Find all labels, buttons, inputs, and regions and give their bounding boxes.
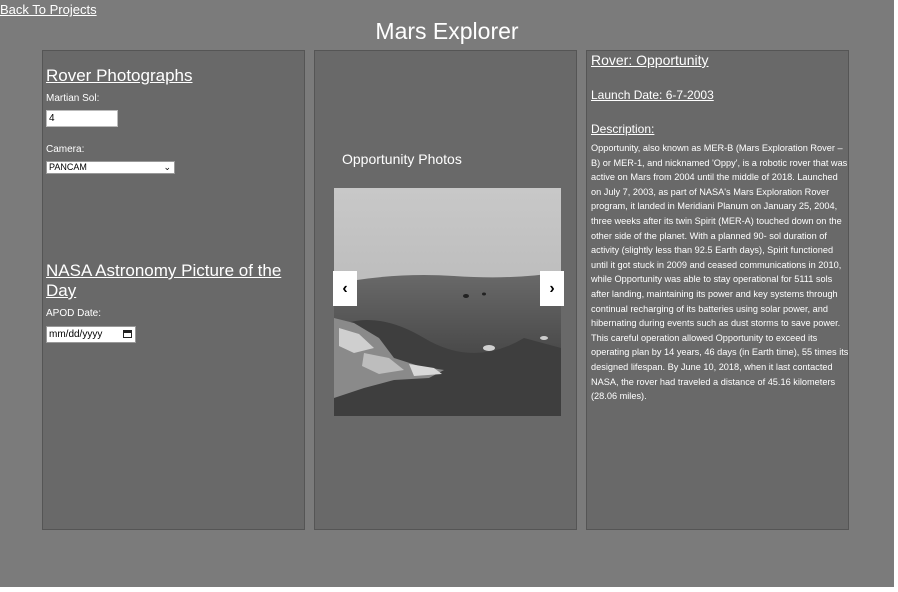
rover-photographs-heading: Rover Photographs [46, 66, 193, 85]
rover-name: Rover: Opportunity [591, 52, 709, 68]
rover-info-panel: Rover: Opportunity Launch Date: 6-7-2003… [586, 50, 849, 530]
calendar-icon[interactable] [123, 330, 132, 338]
apod-heading: NASA Astronomy Picture of the Day [46, 261, 282, 300]
camera-label: Camera: [46, 144, 85, 155]
apod-date-label: APOD Date: [46, 308, 102, 319]
camera-select[interactable]: PANCAM ⌄ [46, 161, 175, 174]
page-title: Mars Explorer [375, 18, 519, 44]
martian-sol-input[interactable] [46, 110, 118, 127]
gallery-panel: Opportunity Photos ‹ › [314, 50, 577, 530]
back-to-projects-link[interactable]: Back To Projects [0, 2, 97, 17]
chevron-down-icon: ⌄ [163, 162, 171, 172]
apod-date-placeholder: mm/dd/yyyy [49, 329, 103, 340]
description-heading: Description: [591, 122, 655, 136]
search-panel: Rover Photographs Martian Sol: Camera: P… [42, 50, 305, 530]
rover-description: Opportunity, also known as MER-B (Mars E… [591, 143, 849, 402]
next-photo-button[interactable]: › [540, 271, 564, 306]
mars-photo [334, 188, 561, 416]
camera-select-value: PANCAM [49, 162, 87, 172]
launch-date: Launch Date: 6-7-2003 [591, 88, 714, 102]
chevron-right-icon: › [549, 280, 555, 297]
martian-sol-label: Martian Sol: [46, 93, 100, 104]
apod-date-input[interactable]: mm/dd/yyyy [46, 326, 136, 343]
previous-photo-button[interactable]: ‹ [333, 271, 357, 306]
gallery-title: Opportunity Photos [342, 151, 462, 167]
chevron-left-icon: ‹ [342, 280, 348, 297]
